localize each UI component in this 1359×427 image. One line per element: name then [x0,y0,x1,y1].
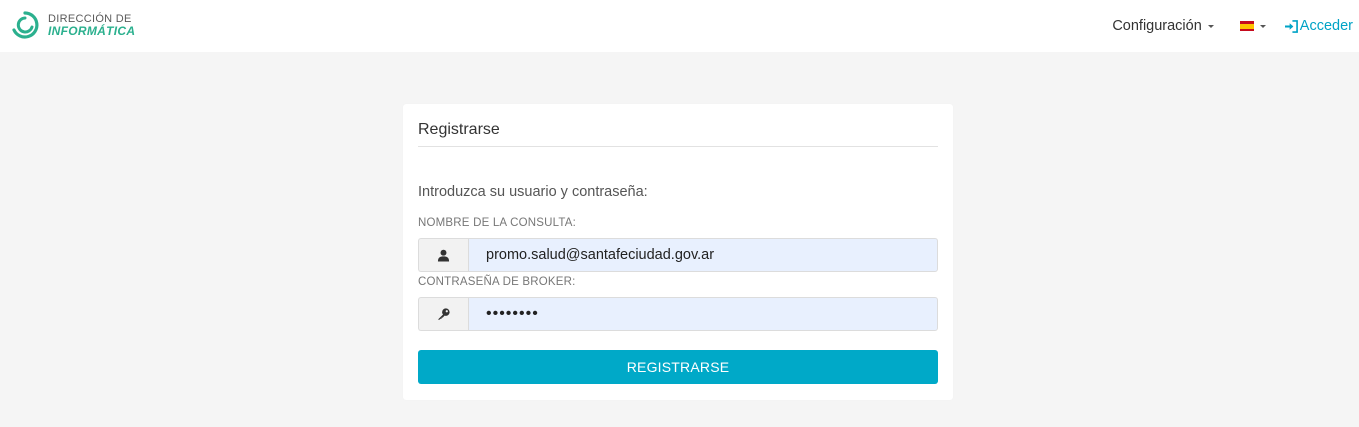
user-icon [418,238,468,272]
login-label: Acceder [1299,18,1353,34]
chevron-down-icon [1259,24,1266,28]
register-button[interactable]: REGISTRARSE [418,350,938,384]
configuration-label: Configuración [1112,18,1202,34]
sign-in-icon [1284,19,1298,33]
password-label: CONTRASEÑA DE BROKER: [418,276,576,288]
username-label: NOMBRE DE LA CONSULTA: [418,217,576,229]
brand-logo-link[interactable]: DIRECCIÓN DE INFORMÁTICA [10,10,135,40]
configuration-dropdown[interactable]: Configuración [1112,18,1214,34]
password-group [418,297,938,331]
brand-title-line2: INFORMÁTICA [48,24,136,38]
username-input[interactable] [468,238,938,272]
language-dropdown[interactable] [1239,21,1266,31]
username-group [418,238,938,272]
intro-text: Introduzca su usuario y contraseña: [418,184,648,200]
chevron-down-icon [1207,24,1214,28]
brand-logo-icon [10,10,40,40]
register-card: Registrarse Introduzca su usuario y cont… [403,104,953,400]
card-title: Registrarse [418,121,500,138]
spain-flag-icon [1239,21,1254,31]
login-link[interactable]: Acceder [1284,18,1353,34]
divider [418,146,938,147]
password-input[interactable] [468,297,938,331]
top-navbar: DIRECCIÓN DE INFORMÁTICA Configuración A… [0,0,1359,52]
key-icon [418,297,468,331]
